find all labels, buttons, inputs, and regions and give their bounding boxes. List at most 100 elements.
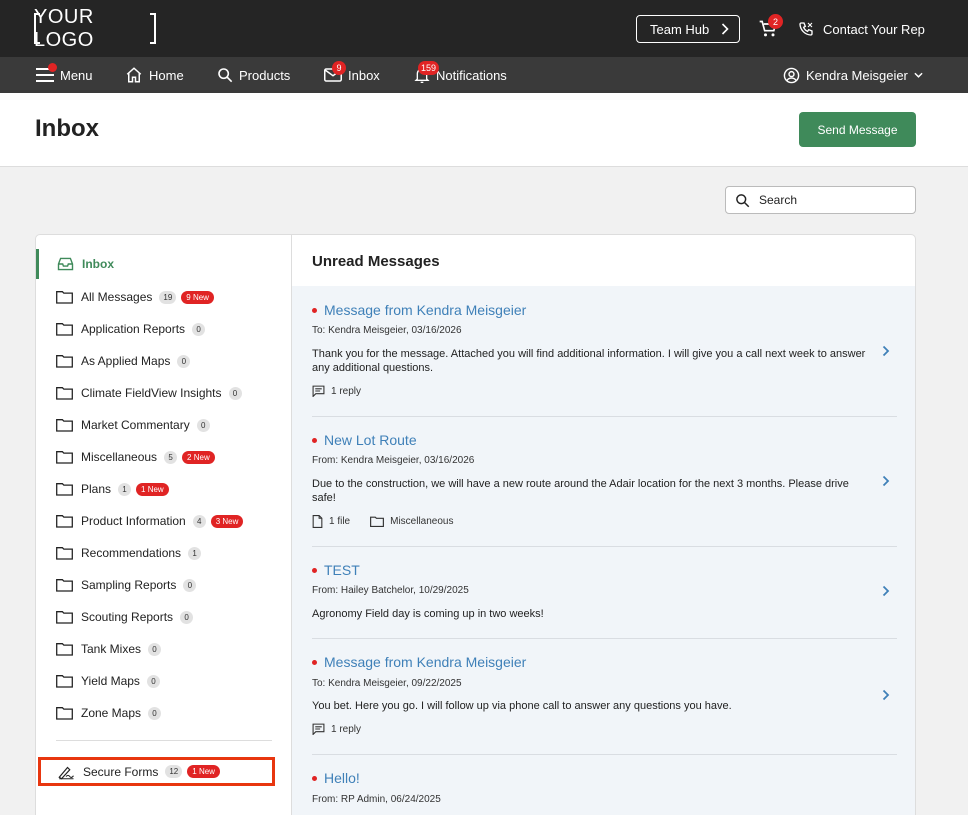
nav-products[interactable]: Products — [217, 57, 290, 93]
folder-count: 1 — [118, 482, 132, 496]
sidebar-item-inbox[interactable]: Inbox — [36, 249, 292, 279]
user-icon — [783, 67, 800, 83]
message-footer: 1 reply — [312, 723, 361, 735]
search-box[interactable] — [725, 186, 916, 214]
inbox-tray-icon — [57, 257, 74, 271]
sidebar-folder-item[interactable]: Plans 1 1 New — [56, 479, 169, 499]
file-icon — [312, 515, 323, 528]
sidebar-folder-item[interactable]: Recommendations 1 — [56, 543, 202, 563]
sidebar-inbox-label: Inbox — [82, 257, 114, 271]
folder-count: 0 — [180, 610, 194, 624]
message-list: Message from Kendra Meisgeier To: Kendra… — [292, 286, 915, 815]
send-message-button[interactable]: Send Message — [799, 112, 916, 147]
folder-count: 0 — [228, 386, 242, 400]
folder-label: All Messages — [81, 290, 153, 304]
inbox-panel: Inbox All Messages 19 9 New Application Rep… — [35, 234, 916, 815]
folder-icon — [56, 579, 73, 592]
message-body: Agronomy Field day is coming up in two w… — [312, 608, 544, 620]
phone-icon — [799, 22, 813, 36]
nav-inbox[interactable]: Inbox — [324, 57, 380, 93]
menu-notification-dot — [48, 63, 57, 72]
logo[interactable]: YOUR LOGO — [34, 6, 156, 51]
sidebar-folder-item[interactable]: Miscellaneous 5 2 New — [56, 447, 215, 467]
reply-count: 1 reply — [331, 723, 362, 735]
sidebar-folder-item[interactable]: Climate FieldView Insights 0 — [56, 383, 242, 403]
search-icon — [218, 68, 233, 83]
message-title: Message from Kendra Meisgeier — [312, 302, 526, 318]
folder-label: Plans — [81, 482, 112, 496]
nav-menu[interactable]: Menu — [36, 57, 93, 93]
team-hub-label: Team Hub — [650, 21, 710, 37]
home-icon — [126, 67, 142, 83]
folder-icon — [56, 323, 73, 336]
nav-inbox-label: Inbox — [348, 67, 380, 83]
folder-icon — [56, 387, 73, 400]
folder-label: As Applied Maps — [81, 354, 171, 368]
sidebar-folder-item[interactable]: As Applied Maps 0 — [56, 351, 191, 371]
nav-home[interactable]: Home — [125, 57, 184, 93]
message-meta: From: Kendra Meisgeier, 03/16/2026 — [312, 455, 475, 466]
sidebar-item-secure-forms[interactable]: Secure Forms 12 1 New — [38, 757, 275, 786]
message-meta: To: Kendra Meisgeier, 09/22/2025 — [312, 678, 462, 689]
unread-dot — [312, 437, 317, 443]
contact-rep-label: Contact Your Rep — [823, 21, 925, 37]
unread-dot — [312, 659, 317, 665]
folder-count: 19 — [159, 290, 177, 304]
message-body: Due to the construction, we will have a … — [312, 478, 849, 504]
nav-products-label: Products — [239, 67, 291, 83]
page-title: Inbox — [35, 115, 99, 142]
message-title: Hello! — [312, 770, 360, 786]
folder-icon — [56, 643, 73, 656]
folder-new-badge: 2 New — [182, 450, 215, 464]
folder-label: Yield Maps — [81, 674, 140, 688]
message-meta: From: RP Admin, 06/24/2025 — [312, 794, 441, 805]
message-item[interactable]: Message from Kendra Meisgeier To: Kendra… — [292, 639, 915, 755]
secure-forms-new-badge: 1 New — [187, 765, 220, 778]
message-item[interactable]: Message from Kendra Meisgeier To: Kendra… — [292, 286, 915, 417]
folder-label: Recommendations — [81, 546, 182, 560]
folder-label: Application Reports — [81, 322, 186, 336]
chevron-right-icon[interactable] — [881, 345, 891, 357]
sidebar-folder-item[interactable]: Yield Maps 0 — [56, 671, 160, 691]
chevron-right-icon[interactable] — [881, 689, 891, 701]
folder-label: Tank Mixes — [81, 642, 142, 656]
message-meta: To: Kendra Meisgeier, 03/16/2026 — [312, 325, 462, 336]
secure-forms-label: Secure Forms — [83, 764, 159, 779]
sidebar-folder-item[interactable]: Product Information 4 3 New — [56, 511, 244, 531]
file-count: 1 file — [329, 516, 351, 527]
folder-icon — [56, 451, 73, 464]
sidebar-folder-item[interactable]: Sampling Reports 0 — [56, 575, 197, 595]
team-hub-button[interactable]: Team Hub — [636, 15, 740, 43]
folder-icon — [56, 419, 73, 432]
folder-count: 5 — [164, 450, 178, 464]
sidebar-folder-item[interactable]: Market Commentary 0 — [56, 415, 210, 435]
folder-count: 0 — [192, 322, 206, 336]
folder-label: Miscellaneous — [81, 450, 158, 464]
folder-new-badge: 1 New — [136, 482, 169, 496]
sidebar-folder-item[interactable]: Application Reports 0 — [56, 319, 206, 339]
page-header: Inbox Send Message — [0, 93, 968, 167]
folder-count: 4 — [192, 514, 206, 528]
user-menu[interactable]: Kendra Meisgeier — [783, 57, 923, 93]
sidebar-folder-item[interactable]: Tank Mixes 0 — [56, 639, 162, 659]
folder-label: Zone Maps — [81, 706, 142, 720]
sidebar-folder-item[interactable]: Zone Maps 0 — [56, 703, 162, 723]
chevron-right-icon[interactable] — [881, 475, 891, 487]
sidebar-folder-item[interactable]: Scouting Reports 0 — [56, 607, 194, 627]
message-item[interactable]: New Lot Route From: Kendra Meisgeier, 03… — [292, 417, 915, 547]
folder-label: Climate FieldView Insights — [81, 386, 222, 400]
folder-icon — [56, 547, 73, 560]
folder-icon — [56, 707, 73, 720]
chevron-right-icon[interactable] — [881, 585, 891, 597]
sidebar-folder-item[interactable]: All Messages 19 9 New — [56, 287, 214, 307]
unread-dot — [312, 775, 317, 781]
message-item[interactable]: TEST From: Hailey Batchelor, 10/29/2025 … — [292, 547, 915, 639]
folder-icon — [370, 516, 385, 527]
search-input[interactable] — [759, 193, 899, 207]
message-item[interactable]: Hello! From: RP Admin, 06/24/2025 — [292, 755, 915, 815]
notifications-count-badge: 159 — [418, 61, 440, 75]
folder-count: 0 — [183, 578, 197, 592]
contact-rep-link[interactable]: Contact Your Rep — [798, 19, 925, 39]
message-folder: Miscellaneous — [390, 516, 454, 527]
folder-icon — [56, 611, 73, 624]
